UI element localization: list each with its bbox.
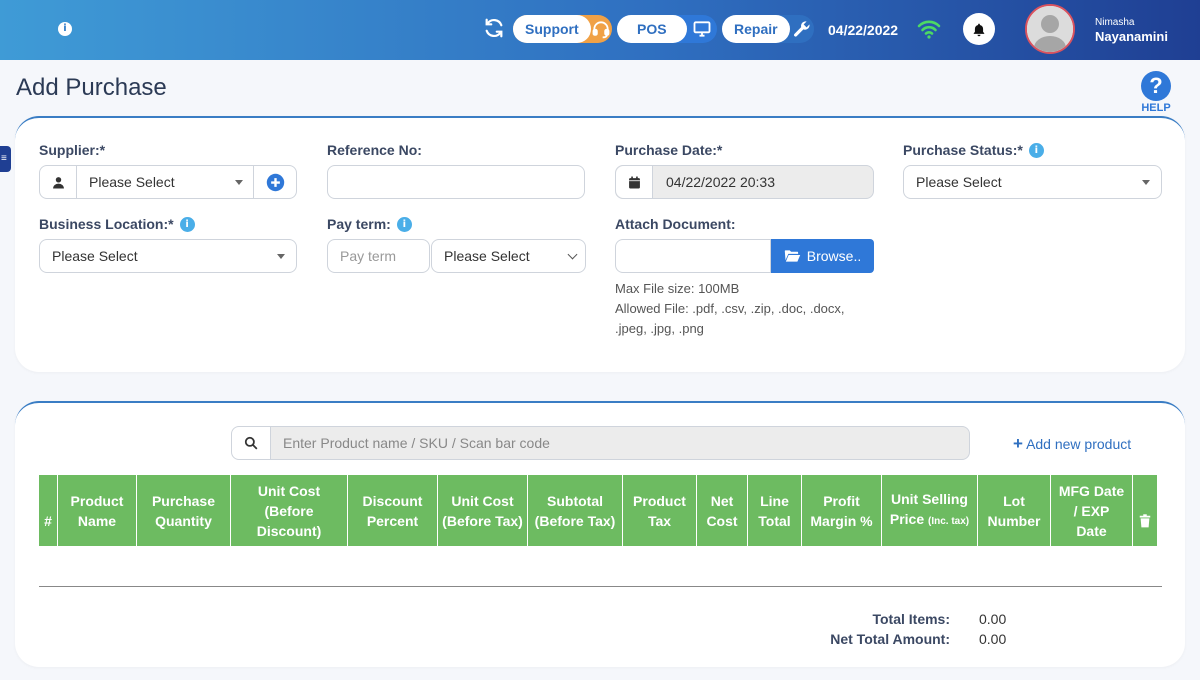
col-subtotal-before-tax: Subtotal (Before Tax) bbox=[528, 475, 623, 546]
browse-label: Browse.. bbox=[806, 248, 862, 264]
purchase-status-select[interactable]: Please Select bbox=[903, 165, 1162, 199]
support-label: Support bbox=[513, 15, 591, 43]
col-net-cost: Net Cost bbox=[697, 475, 748, 546]
net-total-value: 0.00 bbox=[979, 631, 1007, 647]
user-first-name: Nimasha bbox=[1095, 17, 1135, 28]
reference-label: Reference No: bbox=[327, 142, 422, 158]
pay-term-input[interactable]: Pay term bbox=[327, 239, 430, 273]
allowed-files-note-cont: .jpeg, .jpg, .png bbox=[615, 321, 704, 336]
supplier-group: Please Select bbox=[39, 165, 297, 199]
help-label: HELP bbox=[1141, 102, 1171, 114]
monitor-icon bbox=[687, 15, 717, 43]
repair-label: Repair bbox=[722, 15, 790, 43]
support-button[interactable]: Support bbox=[513, 15, 612, 43]
notifications-button[interactable] bbox=[963, 13, 995, 45]
products-card: Enter Product name / SKU / Scan bar code… bbox=[15, 401, 1185, 667]
user-last-name: Nayanamini bbox=[1095, 29, 1168, 44]
search-icon bbox=[244, 436, 258, 450]
trash-icon bbox=[1139, 513, 1151, 527]
purchase-date-value: 04/22/2022 20:33 bbox=[666, 174, 775, 190]
pos-button[interactable]: POS bbox=[617, 15, 717, 43]
purchase-details-card: Supplier:* Please Select Reference No: P… bbox=[15, 116, 1185, 372]
table-divider bbox=[39, 586, 1162, 587]
col-product-tax: Product Tax bbox=[623, 475, 697, 546]
attach-document-input[interactable] bbox=[615, 239, 771, 273]
business-location-select[interactable]: Please Select bbox=[39, 239, 297, 273]
col-mfg-exp-date: MFG Date / EXP Date bbox=[1051, 475, 1133, 546]
product-search-input[interactable]: Enter Product name / SKU / Scan bar code bbox=[270, 426, 970, 460]
col-lot-number: Lot Number bbox=[978, 475, 1051, 546]
avatar[interactable] bbox=[1025, 4, 1075, 54]
help-icon: ? bbox=[1141, 71, 1171, 101]
total-items-label: Total Items: bbox=[872, 611, 950, 627]
wifi-icon bbox=[917, 20, 941, 39]
col-product-name: Product Name bbox=[58, 475, 137, 546]
user-name[interactable]: Nimasha Nayanamini bbox=[1095, 17, 1168, 44]
allowed-files-note: Allowed File: .pdf, .csv, .zip, .doc, .d… bbox=[615, 301, 845, 316]
top-bar: i Support POS Repair 04/22/2022 Nimasha … bbox=[0, 0, 1200, 60]
business-location-label: Business Location:* i bbox=[39, 216, 195, 232]
sidebar-toggle[interactable]: ≡ bbox=[0, 146, 11, 172]
supplier-select[interactable]: Please Select bbox=[77, 166, 253, 198]
wrench-icon bbox=[790, 15, 814, 43]
page-title: Add Purchase bbox=[16, 74, 167, 101]
purchase-status-label: Purchase Status:* i bbox=[903, 142, 1044, 158]
plus-icon: + bbox=[1013, 434, 1023, 453]
info-icon[interactable]: i bbox=[1028, 142, 1044, 158]
supplier-label: Supplier:* bbox=[39, 142, 106, 158]
products-table-header: # Product Name Purchase Quantity Unit Cost… bbox=[39, 475, 1157, 546]
bell-icon bbox=[973, 23, 985, 36]
col-delete bbox=[1133, 475, 1157, 546]
browse-button[interactable]: Browse.. bbox=[771, 239, 874, 273]
info-icon[interactable]: i bbox=[179, 216, 195, 232]
col-unit-cost-before-tax: Unit Cost (Before Tax) bbox=[438, 475, 528, 546]
col-number: # bbox=[39, 475, 58, 546]
help-button[interactable]: ? HELP bbox=[1139, 71, 1173, 114]
col-discount-percent: Discount Percent bbox=[348, 475, 438, 546]
total-items-value: 0.00 bbox=[979, 611, 1007, 627]
info-icon[interactable]: i bbox=[396, 216, 412, 232]
col-unit-cost-before-discount: Unit Cost (Before Discount) bbox=[231, 475, 348, 546]
col-line-total: Line Total bbox=[748, 475, 802, 546]
pay-term-label: Pay term: i bbox=[327, 216, 412, 232]
plus-circle-icon bbox=[266, 173, 284, 191]
add-new-product-label: Add new product bbox=[1026, 436, 1132, 452]
col-purchase-quantity: Purchase Quantity bbox=[137, 475, 231, 546]
purchase-date-label: Purchase Date:* bbox=[615, 142, 723, 158]
calendar-icon bbox=[616, 166, 653, 198]
pos-label: POS bbox=[617, 15, 687, 43]
col-profit-margin: Profit Margin % bbox=[802, 475, 882, 546]
current-date: 04/22/2022 bbox=[828, 22, 899, 38]
user-icon bbox=[40, 166, 77, 198]
product-search: Enter Product name / SKU / Scan bar code bbox=[231, 426, 970, 460]
add-supplier-button[interactable] bbox=[253, 166, 296, 198]
pay-term-unit-select[interactable]: Please Select bbox=[431, 239, 586, 273]
folder-open-icon bbox=[784, 250, 800, 262]
max-file-size-note: Max File size: 100MB bbox=[615, 281, 740, 296]
net-total-label: Net Total Amount: bbox=[830, 631, 950, 647]
reference-input[interactable] bbox=[327, 165, 585, 199]
refresh-icon[interactable] bbox=[483, 17, 505, 39]
headset-icon bbox=[591, 15, 612, 43]
repair-button[interactable]: Repair bbox=[722, 15, 814, 43]
search-button[interactable] bbox=[231, 426, 271, 460]
add-new-product-link[interactable]: + Add new product bbox=[1013, 434, 1131, 454]
col-unit-selling-price: Unit Selling Price (Inc. tax) bbox=[882, 475, 978, 546]
info-icon[interactable]: i bbox=[58, 22, 72, 36]
purchase-date-group[interactable]: 04/22/2022 20:33 bbox=[615, 165, 874, 199]
attach-document-label: Attach Document: bbox=[615, 216, 736, 232]
